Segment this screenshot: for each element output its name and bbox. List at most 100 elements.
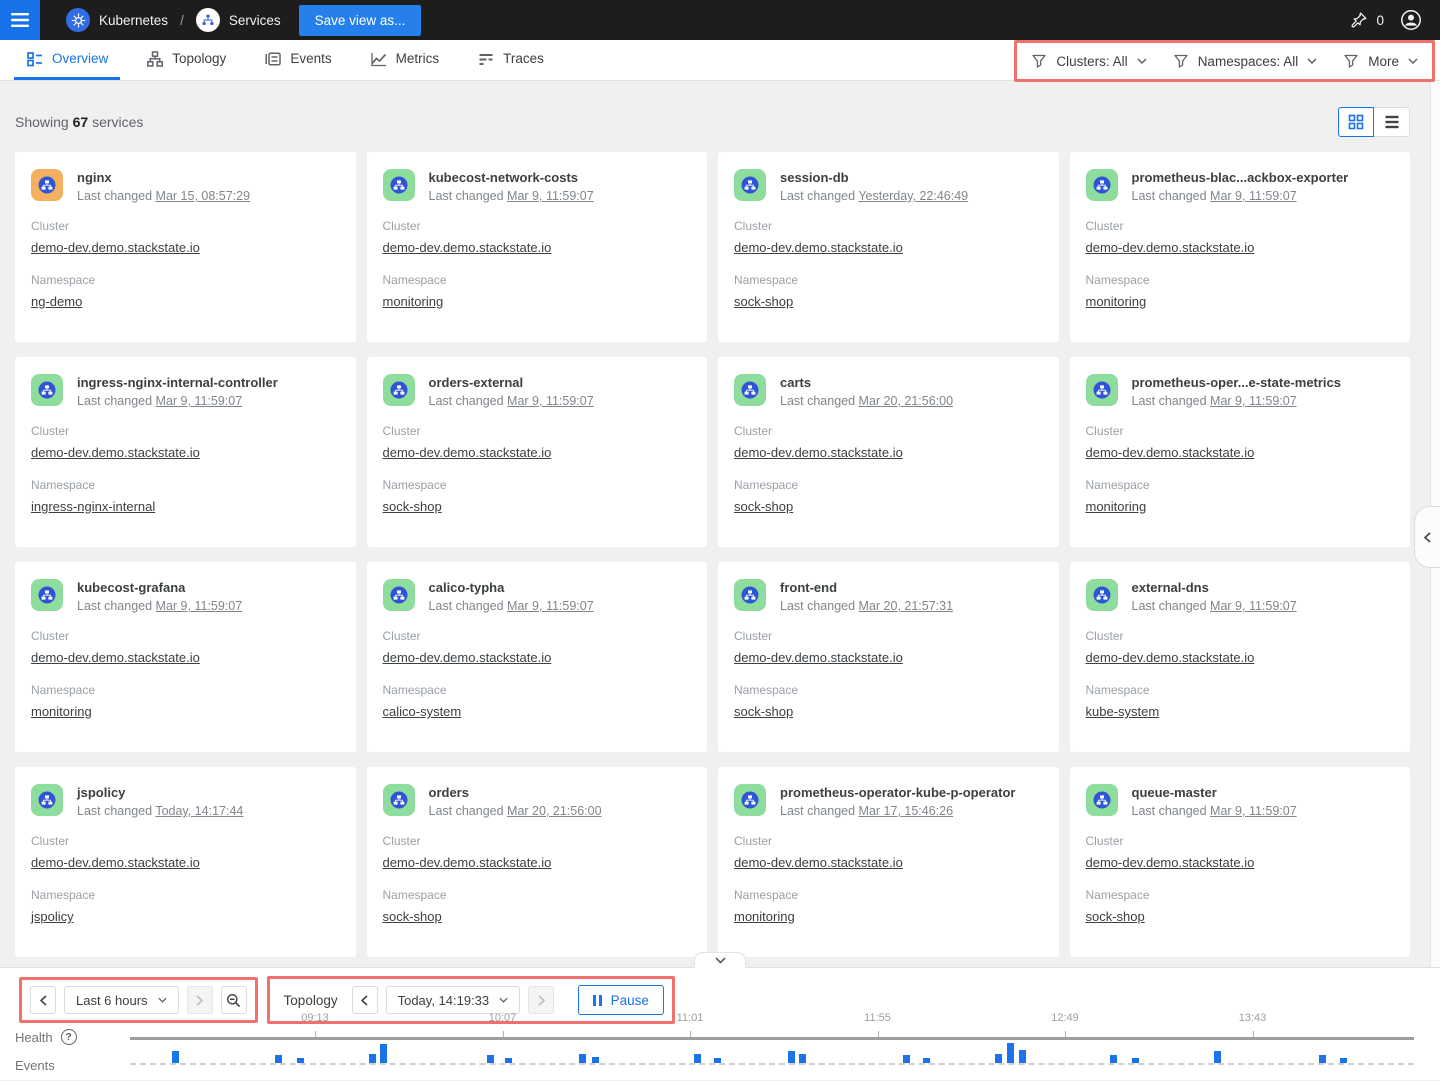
service-name[interactable]: orders	[429, 784, 602, 800]
service-card[interactable]: queue-master Last changed Mar 9, 11:59:0…	[1070, 767, 1411, 957]
service-card[interactable]: carts Last changed Mar 20, 21:56:00 Clus…	[718, 357, 1059, 547]
timeline-collapse-button[interactable]	[694, 952, 746, 968]
event-bar[interactable]	[275, 1055, 282, 1063]
service-card[interactable]: orders-external Last changed Mar 9, 11:5…	[367, 357, 708, 547]
service-name[interactable]: front-end	[780, 579, 953, 595]
breadcrumb-view[interactable]: Services	[229, 13, 281, 28]
event-bar[interactable]	[1110, 1055, 1117, 1063]
service-name[interactable]: external-dns	[1132, 579, 1297, 595]
namespace-link[interactable]: ingress-nginx-internal	[31, 499, 155, 514]
cluster-link[interactable]: demo-dev.demo.stackstate.io	[1086, 240, 1255, 255]
service-card[interactable]: calico-typha Last changed Mar 9, 11:59:0…	[367, 562, 708, 752]
timeline-axis[interactable]: 14:19:33 09:1310:0711:0111:5512:4913:43	[130, 968, 1380, 1081]
service-name[interactable]: orders-external	[429, 374, 594, 390]
namespace-link[interactable]: kube-system	[1086, 704, 1160, 719]
namespace-link[interactable]: ng-demo	[31, 294, 82, 309]
service-card[interactable]: session-db Last changed Yesterday, 22:46…	[718, 152, 1059, 342]
event-bar[interactable]	[903, 1055, 910, 1063]
service-name[interactable]: kubecost-network-costs	[429, 169, 594, 185]
last-changed-date-link[interactable]: Yesterday, 22:46:49	[858, 189, 968, 203]
cluster-link[interactable]: demo-dev.demo.stackstate.io	[734, 240, 903, 255]
event-bar[interactable]	[487, 1055, 494, 1063]
list-view-button[interactable]	[1374, 107, 1410, 137]
service-name[interactable]: calico-typha	[429, 579, 594, 595]
service-card[interactable]: kubecost-network-costs Last changed Mar …	[367, 152, 708, 342]
event-bar[interactable]	[380, 1044, 387, 1063]
service-card[interactable]: front-end Last changed Mar 20, 21:57:31 …	[718, 562, 1059, 752]
service-name[interactable]: nginx	[77, 169, 250, 185]
service-card[interactable]: orders Last changed Mar 20, 21:56:00 Clu…	[367, 767, 708, 957]
more-filter-dropdown[interactable]: More	[1343, 53, 1418, 69]
user-avatar-button[interactable]	[1400, 9, 1422, 31]
namespaces-filter-dropdown[interactable]: Namespaces: All	[1173, 53, 1318, 69]
tab-overview[interactable]: Overview	[14, 40, 120, 80]
last-changed-date-link[interactable]: Mar 9, 11:59:07	[156, 394, 243, 408]
last-changed-date-link[interactable]: Mar 9, 11:59:07	[1210, 189, 1297, 203]
grid-view-button[interactable]	[1338, 107, 1374, 137]
namespace-link[interactable]: monitoring	[383, 294, 444, 309]
cluster-link[interactable]: demo-dev.demo.stackstate.io	[383, 650, 552, 665]
event-bar[interactable]	[714, 1058, 721, 1063]
last-changed-date-link[interactable]: Mar 9, 11:59:07	[507, 599, 594, 613]
last-changed-date-link[interactable]: Mar 9, 11:59:07	[507, 189, 594, 203]
namespace-link[interactable]: jspolicy	[31, 909, 74, 924]
cluster-link[interactable]: demo-dev.demo.stackstate.io	[1086, 855, 1255, 870]
cluster-link[interactable]: demo-dev.demo.stackstate.io	[1086, 445, 1255, 460]
last-changed-date-link[interactable]: Mar 20, 21:57:31	[859, 599, 954, 613]
last-changed-date-link[interactable]: Mar 20, 21:56:00	[859, 394, 954, 408]
service-card[interactable]: kubecost-grafana Last changed Mar 9, 11:…	[15, 562, 356, 752]
event-bar[interactable]	[592, 1057, 599, 1063]
service-name[interactable]: jspolicy	[77, 784, 243, 800]
last-changed-date-link[interactable]: Mar 17, 15:46:26	[859, 804, 954, 818]
event-bar[interactable]	[369, 1054, 376, 1063]
right-drawer-expand-button[interactable]	[1414, 506, 1440, 568]
namespace-link[interactable]: calico-system	[383, 704, 462, 719]
event-bar[interactable]	[1019, 1050, 1026, 1063]
tab-events[interactable]: Events	[252, 40, 343, 80]
event-bar[interactable]	[1340, 1058, 1347, 1063]
cluster-link[interactable]: demo-dev.demo.stackstate.io	[734, 445, 903, 460]
cluster-link[interactable]: demo-dev.demo.stackstate.io	[31, 650, 200, 665]
tab-topology[interactable]: Topology	[134, 40, 238, 80]
last-changed-date-link[interactable]: Mar 9, 11:59:07	[1210, 804, 1297, 818]
event-bar[interactable]	[799, 1054, 806, 1063]
breadcrumb-app[interactable]: Kubernetes	[99, 13, 168, 28]
namespace-link[interactable]: monitoring	[1086, 294, 1147, 309]
service-name[interactable]: prometheus-blac...ackbox-exporter	[1132, 169, 1349, 185]
service-card[interactable]: jspolicy Last changed Today, 14:17:44 Cl…	[15, 767, 356, 957]
event-bar[interactable]	[694, 1054, 701, 1063]
service-name[interactable]: ingress-nginx-internal-controller	[77, 374, 278, 390]
last-changed-date-link[interactable]: Mar 20, 21:56:00	[507, 804, 602, 818]
service-card[interactable]: prometheus-blac...ackbox-exporter Last c…	[1070, 152, 1411, 342]
namespace-link[interactable]: sock-shop	[734, 294, 793, 309]
last-changed-date-link[interactable]: Mar 9, 11:59:07	[1210, 394, 1297, 408]
event-bar[interactable]	[1319, 1055, 1326, 1063]
service-name[interactable]: carts	[780, 374, 953, 390]
clusters-filter-dropdown[interactable]: Clusters: All	[1031, 53, 1146, 69]
service-card[interactable]: prometheus-operator-kube-p-operator Last…	[718, 767, 1059, 957]
last-changed-date-link[interactable]: Mar 9, 11:59:07	[507, 394, 594, 408]
service-card[interactable]: ingress-nginx-internal-controller Last c…	[15, 357, 356, 547]
event-bar[interactable]	[1007, 1043, 1014, 1063]
event-bar[interactable]	[788, 1051, 795, 1063]
event-bar[interactable]	[505, 1058, 512, 1063]
service-name[interactable]: session-db	[780, 169, 968, 185]
namespace-link[interactable]: sock-shop	[383, 909, 442, 924]
event-bar[interactable]	[172, 1051, 179, 1063]
namespace-link[interactable]: sock-shop	[734, 704, 793, 719]
hamburger-menu-button[interactable]	[0, 0, 40, 40]
service-card[interactable]: prometheus-oper...e-state-metrics Last c…	[1070, 357, 1411, 547]
service-card[interactable]: nginx Last changed Mar 15, 08:57:29 Clus…	[15, 152, 356, 342]
service-name[interactable]: prometheus-operator-kube-p-operator	[780, 784, 1015, 800]
event-bar[interactable]	[995, 1054, 1002, 1063]
pinned-views-button[interactable]: 0	[1349, 11, 1384, 30]
last-changed-date-link[interactable]: Today, 14:17:44	[155, 804, 243, 818]
cluster-link[interactable]: demo-dev.demo.stackstate.io	[383, 445, 552, 460]
namespace-link[interactable]: monitoring	[31, 704, 92, 719]
cluster-link[interactable]: demo-dev.demo.stackstate.io	[734, 650, 903, 665]
event-bar[interactable]	[297, 1058, 304, 1063]
last-changed-date-link[interactable]: Mar 9, 11:59:07	[156, 599, 243, 613]
namespace-link[interactable]: monitoring	[734, 909, 795, 924]
event-bar[interactable]	[579, 1054, 586, 1063]
namespace-link[interactable]: sock-shop	[383, 499, 442, 514]
